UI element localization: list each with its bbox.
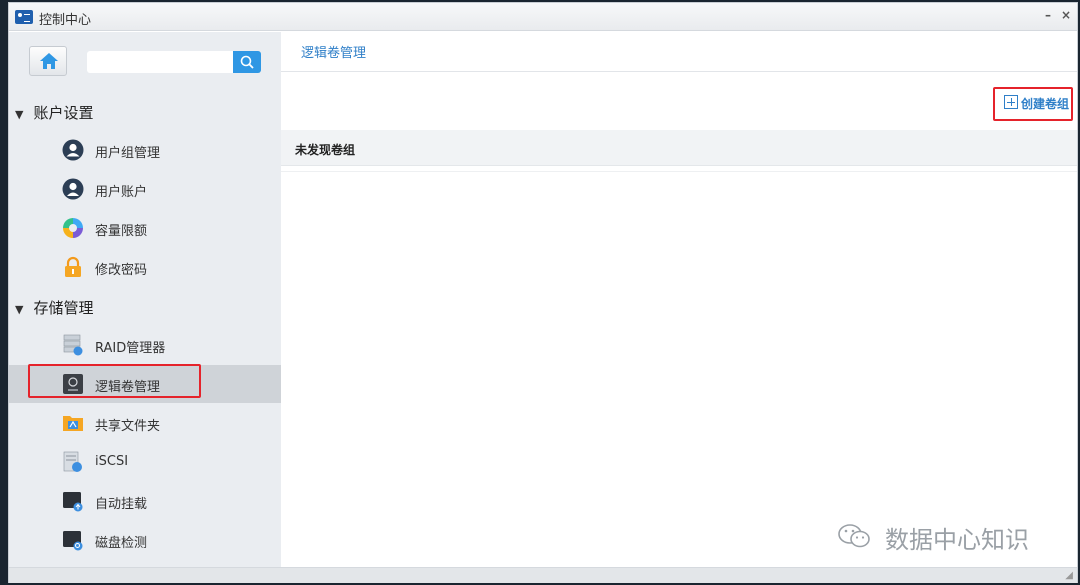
close-button[interactable]: × [1059,8,1073,22]
volume-group-list-header: 未发现卷组 [281,130,1077,166]
user-icon [62,178,84,200]
sidebar-item-label: 容量限额 [95,224,148,239]
iscsi-icon [63,451,82,472]
page-title: 逻辑卷管理 [301,46,367,61]
minimize-button[interactable]: – [1041,8,1055,22]
search-input[interactable] [87,51,233,73]
user-group-icon [62,139,84,161]
sidebar-item-label: 逻辑卷管理 [95,380,161,395]
section-account-settings[interactable]: ▼ 账户设置 [15,102,93,123]
control-center-app-icon [15,10,33,24]
collapse-triangle-icon: ▼ [15,108,24,121]
sidebar-item-label: 自动挂载 [95,497,148,512]
section-storage-management[interactable]: ▼ 存储管理 [15,297,93,318]
control-center-window: 控制中心 – × ▼ 账户设置 用户组管理 用户账户 容量限额 修改密码 ▼ 存… [8,2,1078,583]
create-button-label: 创建卷组 [1021,97,1070,111]
search-icon [240,55,254,69]
sidebar-item-label: 磁盘检测 [95,536,148,551]
sidebar-item-user-account[interactable]: 用户账户 [9,170,281,208]
sidebar-item-user-group[interactable]: 用户组管理 [9,131,281,169]
shared-folder-icon [63,416,83,431]
sidebar-item-label: 用户账户 [95,185,148,200]
watermark-text: 数据中心知识 [885,526,1029,554]
section-label: 存储管理 [33,299,94,317]
sidebar-item-automount[interactable]: 自动挂载 [9,482,281,520]
automount-icon [63,492,83,512]
wechat-icon [838,524,870,548]
sidebar-item-label: 用户组管理 [95,146,161,161]
title-divider [281,71,1077,72]
home-icon [40,53,58,69]
sidebar-item-raid-manager[interactable]: RAID管理器 [9,326,281,364]
collapse-triangle-icon: ▼ [15,303,24,316]
search-button[interactable] [233,51,261,73]
resize-grip-icon[interactable]: ◢ [1065,570,1073,581]
title-bar: 控制中心 – × [9,3,1077,31]
sidebar-item-lvm[interactable]: 逻辑卷管理 [9,365,281,403]
status-bar: ◢ [9,567,1077,583]
disk-check-icon [63,531,83,551]
plus-icon [1004,95,1018,109]
sidebar-item-label: iSCSI [95,454,129,469]
sidebar-item-disk-check[interactable]: 磁盘检测 [9,521,281,559]
lvm-icon [63,374,83,394]
sidebar-item-change-password[interactable]: 修改密码 [9,248,281,286]
sidebar-item-quota[interactable]: 容量限额 [9,209,281,247]
sidebar-item-label: RAID管理器 [95,341,166,356]
sidebar-item-label: 修改密码 [95,263,148,278]
lock-icon [65,256,81,277]
section-label: 账户设置 [33,104,94,122]
create-volume-group-button[interactable]: 创建卷组 [993,87,1073,121]
empty-state-text: 未发现卷组 [295,143,356,157]
list-divider [281,171,1077,172]
raid-icon [63,334,83,356]
sidebar: ▼ 账户设置 用户组管理 用户账户 容量限额 修改密码 ▼ 存储管理 RAID管… [9,32,281,567]
sidebar-item-label: 共享文件夹 [95,419,161,434]
home-button[interactable] [29,46,67,76]
window-title: 控制中心 [39,13,92,28]
quota-ring-icon [63,218,83,238]
sidebar-item-shared-folder[interactable]: 共享文件夹 [9,404,281,442]
main-panel: 逻辑卷管理 创建卷组 未发现卷组 数据中心知识 [281,32,1077,567]
sidebar-item-iscsi[interactable]: iSCSI [9,443,281,481]
